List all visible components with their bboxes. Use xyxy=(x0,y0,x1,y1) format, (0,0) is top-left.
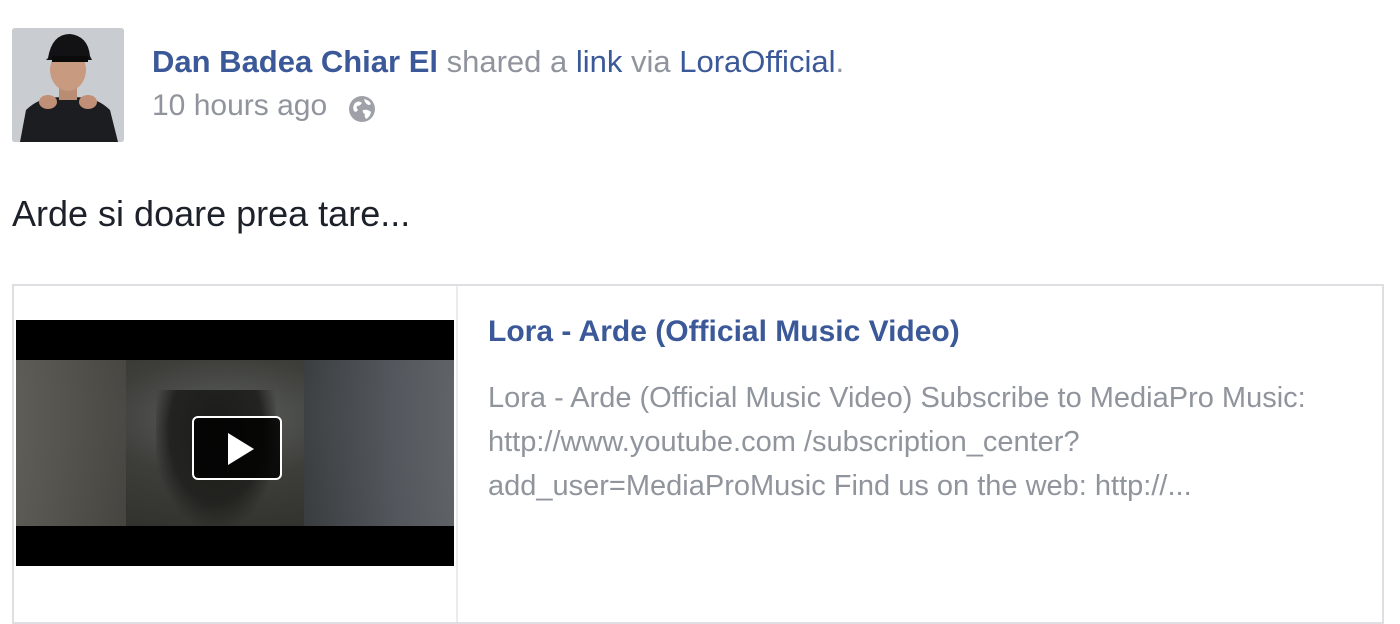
link-title[interactable]: Lora - Arde (Official Music Video) xyxy=(488,308,1368,356)
feed-story: Dan Badea Chiar El shared a link via Lor… xyxy=(0,0,1400,624)
via-text: via xyxy=(622,44,680,79)
story-header: Dan Badea Chiar El shared a link via Lor… xyxy=(152,40,1352,128)
link-details: Lora - Arde (Official Music Video) Lora … xyxy=(488,308,1368,508)
avatar-photo xyxy=(12,28,124,142)
shared-text: shared a xyxy=(437,44,576,79)
globe-icon[interactable] xyxy=(347,93,377,123)
actor-name-link[interactable]: Dan Badea Chiar El xyxy=(152,44,438,79)
link-description: Lora - Arde (Official Music Video) Subsc… xyxy=(488,382,1306,502)
play-icon[interactable] xyxy=(192,416,282,480)
period-text: . xyxy=(835,44,845,79)
link-attachment[interactable]: Lora - Arde (Official Music Video) Lora … xyxy=(12,284,1384,624)
story-meta: 10 hours ago xyxy=(152,84,1352,128)
actor-avatar[interactable] xyxy=(12,28,124,142)
video-thumbnail[interactable] xyxy=(16,320,454,566)
post-message: Arde si doare prea tare... xyxy=(12,193,411,234)
actor-line: Dan Badea Chiar El shared a link via Lor… xyxy=(152,40,1352,84)
video-thumbnail-column xyxy=(14,286,458,622)
via-page-link[interactable]: LoraOfficial xyxy=(679,44,835,79)
timestamp-link[interactable]: 10 hours ago xyxy=(152,84,327,128)
link-word-link[interactable]: link xyxy=(576,44,623,79)
